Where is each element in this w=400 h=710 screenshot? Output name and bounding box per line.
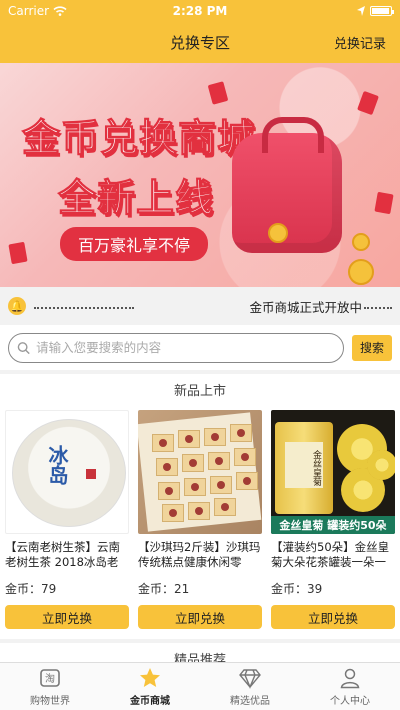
snack-piece — [162, 504, 184, 522]
star-icon — [139, 667, 161, 689]
promo-banner[interactable]: 金币兑换商城 全新上线 百万豪礼享不停 — [0, 63, 400, 287]
banner-headline-2: 全新上线 — [57, 176, 215, 221]
product-card[interactable]: 金丝皇菊 金丝皇菊 罐装约50朵 【灌装约50朵】金丝皇菊大朵花茶罐装一朵一 金… — [271, 410, 395, 629]
notice-divider — [34, 307, 134, 309]
status-time: 2:28 PM — [172, 4, 228, 18]
product-image[interactable]: 金丝皇菊 金丝皇菊 罐装约50朵 — [271, 410, 395, 534]
tab-personal-center[interactable]: 个人中心 — [300, 663, 400, 710]
snack-piece — [236, 472, 258, 490]
tea-cake-illustration — [12, 419, 126, 527]
search-icon — [17, 341, 30, 354]
tab-label: 精选优品 — [230, 695, 270, 707]
redeem-button[interactable]: 立即兑换 — [271, 605, 395, 629]
page-title: 兑换专区 — [169, 34, 230, 52]
product-name: 【云南老树生茶】云南老树生茶 2018冰岛老 — [5, 540, 120, 569]
nav-bar: 兑换专区 兑换记录 — [0, 22, 400, 63]
search-input[interactable] — [36, 340, 335, 355]
snack-piece — [208, 452, 230, 470]
price-label: 金币： — [5, 582, 42, 596]
product-name: 【灌装约50朵】金丝皇菊大朵花茶罐装一朵一 — [271, 540, 390, 569]
snack-piece — [188, 502, 210, 520]
notice-bar: 🔔 金币商城正式开放中 — [0, 287, 400, 325]
chrysanthemum-illustration — [367, 450, 395, 480]
snack-piece — [234, 448, 256, 466]
price-value: 39 — [307, 582, 323, 596]
snack-piece — [204, 428, 226, 446]
red-envelope-icon — [374, 191, 394, 215]
jar-illustration: 金丝皇菊 — [275, 422, 333, 514]
price-value: 21 — [174, 582, 190, 596]
search-field[interactable] — [8, 332, 344, 363]
top-bar: Carrier 2:28 PM 兑换专区 兑换记录 — [0, 0, 400, 63]
red-envelope-icon — [8, 241, 28, 265]
bell-icon: 🔔 — [8, 297, 26, 315]
shop-icon: 淘 — [39, 667, 61, 689]
product-image[interactable]: 冰岛 — [5, 410, 129, 534]
diamond-icon — [239, 667, 261, 689]
snack-piece — [210, 476, 232, 494]
product-list: 冰岛 【云南老树生茶】云南老树生茶 2018冰岛老 金币：79 立即兑换 【沙琪… — [0, 404, 400, 639]
product-price: 金币：79 — [5, 580, 129, 597]
tab-shopping-world[interactable]: 淘 购物世界 — [0, 663, 100, 710]
coin-icon — [268, 223, 288, 243]
snack-piece — [184, 478, 206, 496]
snack-piece — [182, 454, 204, 472]
tab-coin-mall[interactable]: 金币商城 — [100, 663, 200, 710]
notice-divider — [364, 307, 392, 309]
price-value: 79 — [41, 582, 57, 596]
product-price: 金币：39 — [271, 580, 395, 597]
snack-piece — [158, 482, 180, 500]
product-name: 【沙琪玛2斤装】沙琪玛传统糕点健康休闲零 — [138, 540, 261, 569]
image-ribbon: 金丝皇菊 罐装约50朵 — [271, 516, 395, 534]
tab-selected-goods[interactable]: 精选优品 — [200, 663, 300, 710]
tea-label: 冰岛 — [45, 445, 69, 485]
coin-icon — [352, 233, 370, 251]
price-label: 金币： — [271, 582, 308, 596]
tab-label: 购物世界 — [30, 695, 70, 707]
status-bar: Carrier 2:28 PM — [0, 0, 400, 22]
jar-label: 金丝皇菊 — [285, 442, 323, 488]
product-price: 金币：21 — [138, 580, 262, 597]
search-bar: 搜索 — [0, 325, 400, 370]
coin-icon — [348, 259, 374, 285]
product-card[interactable]: 【沙琪玛2斤装】沙琪玛传统糕点健康休闲零 金币：21 立即兑换 — [138, 410, 262, 629]
svg-text:淘: 淘 — [45, 672, 55, 685]
tab-label: 个人中心 — [330, 695, 370, 707]
exchange-records-link[interactable]: 兑换记录 — [334, 33, 386, 52]
tab-bar: 淘 购物世界 金币商城 精选优品 个人中心 — [0, 662, 400, 710]
redeem-button[interactable]: 立即兑换 — [138, 605, 262, 629]
battery-icon — [370, 6, 394, 16]
snack-piece — [178, 430, 200, 448]
price-label: 金币： — [138, 582, 175, 596]
snack-piece — [152, 434, 174, 452]
product-image[interactable] — [138, 410, 262, 534]
banner-pill: 百万豪礼享不停 — [60, 227, 209, 261]
red-seal-icon — [86, 469, 96, 479]
product-card[interactable]: 冰岛 【云南老树生茶】云南老树生茶 2018冰岛老 金币：79 立即兑换 — [5, 410, 129, 629]
snack-piece — [156, 458, 178, 476]
banner-headline-1: 金币兑换商城 — [21, 116, 257, 161]
snack-piece — [214, 498, 236, 516]
redeem-button[interactable]: 立即兑换 — [5, 605, 129, 629]
search-button[interactable]: 搜索 — [352, 334, 392, 361]
tab-label: 金币商城 — [130, 695, 170, 707]
notice-text: 金币商城正式开放中 — [249, 299, 362, 315]
snack-piece — [230, 424, 252, 442]
person-icon — [339, 667, 361, 689]
section-title-new: 新品上市 — [0, 374, 400, 404]
